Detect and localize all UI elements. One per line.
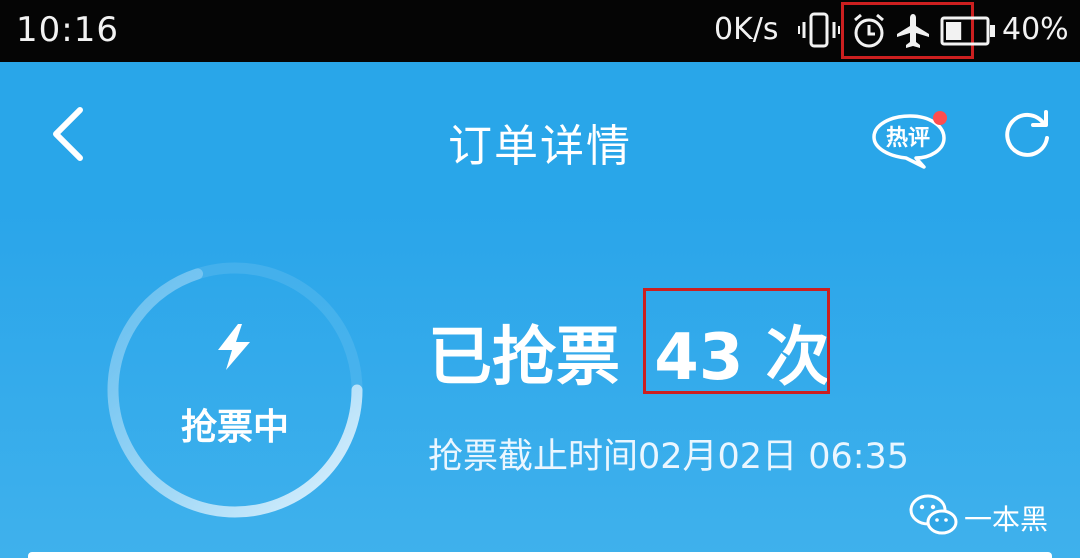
wechat-icon [908, 492, 960, 545]
grab-progress-ring [107, 262, 363, 518]
grab-count-prefix: 已抢票 [428, 321, 620, 395]
network-speed: 0K/s [714, 12, 779, 47]
battery-percent: 40% [1002, 12, 1069, 47]
refresh-button[interactable] [1000, 108, 1054, 162]
hot-review-button[interactable]: 热评 [870, 110, 950, 170]
order-detail-card [28, 552, 1052, 558]
status-bar: 10:16 0K/s 40% [0, 0, 1080, 62]
grab-count-highlight [643, 288, 830, 394]
airplane-mode-icon [895, 12, 931, 54]
grabbing-status-label: 抢票中 [180, 407, 289, 448]
battery-icon [940, 16, 996, 50]
title-bar: 订单详情 热评 [0, 62, 1080, 210]
status-time: 10:16 [16, 10, 119, 50]
refresh-icon [1005, 110, 1049, 157]
hot-review-label: 热评 [885, 126, 930, 151]
alarm-icon [850, 12, 888, 54]
vibrate-icon [798, 10, 840, 54]
lightning-icon [212, 322, 256, 376]
watermark-text: 一本黑 [964, 503, 1049, 536]
grab-deadline: 抢票截止时间02月02日 06:35 [428, 437, 910, 477]
order-status-panel: 抢票中 已抢票 43 次 抢票截止时间02月02日 06:35 一本黑 [0, 210, 1080, 558]
